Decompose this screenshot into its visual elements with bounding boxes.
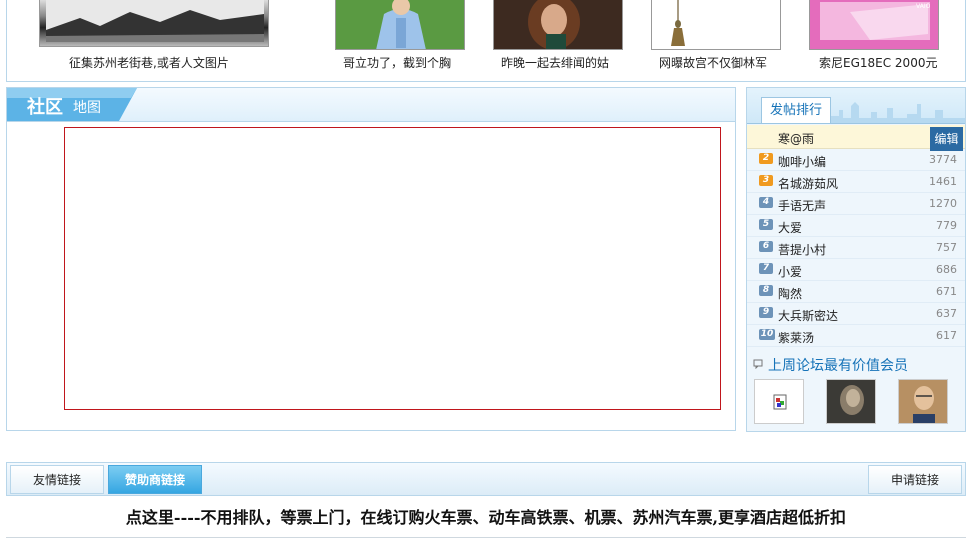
tassel-ornament-graphic	[671, 0, 685, 46]
rank-number-badge: 9	[759, 307, 773, 318]
vip-members-title[interactable]: 上周论坛最有价值会员	[768, 355, 908, 375]
ranking-row[interactable]: 8 陶然 671	[747, 281, 965, 303]
ranking-post-count: 3774	[929, 153, 957, 166]
ranking-post-count: 1270	[929, 197, 957, 210]
svg-text:VAIO: VAIO	[916, 3, 931, 10]
ranking-row[interactable]: 7 小爱 686	[747, 259, 965, 281]
post-ranking-panel: 发帖排行 寒@雨 编辑 2 咖啡小编 3774 3 名城游茹风 1461 4 手…	[746, 87, 966, 432]
map-canvas[interactable]	[64, 127, 721, 410]
photo-caption[interactable]: 索尼EG18EC 2000元	[819, 54, 937, 71]
community-map-tab[interactable]: 社区 地图	[7, 88, 137, 121]
ranking-post-count: 617	[936, 329, 957, 342]
dark-portrait-avatar[interactable]	[826, 379, 876, 424]
broken-image-avatar[interactable]	[754, 379, 804, 424]
post-ranking-tab[interactable]: 发帖排行	[761, 97, 831, 123]
edit-button[interactable]: 编辑	[930, 127, 963, 151]
ranking-post-count: 637	[936, 307, 957, 320]
community-map-title: 社区	[27, 97, 63, 118]
man-glasses-graphic	[899, 380, 947, 423]
ranking-post-count: 779	[936, 219, 957, 232]
ranking-user-name[interactable]: 咖啡小编	[778, 153, 826, 170]
community-map-panel: 社区 地图	[6, 87, 736, 431]
friend-links-tab[interactable]: 友情链接	[10, 465, 104, 494]
man-glasses-avatar[interactable]	[898, 379, 948, 424]
photo-caption[interactable]: 网曝故宫不仅御林军	[659, 54, 767, 71]
photo-caption[interactable]: 昨晚一起去绯闻的姑	[501, 54, 609, 71]
community-map-subtitle: 地图	[73, 100, 101, 116]
photo-strip: 征集苏州老街巷,或者人文图片 哥立功了，截到个胸 昨晚一起去绯闻的姑 网曝故宫不…	[6, 0, 966, 82]
ranking-user-name[interactable]: 陶然	[778, 285, 802, 302]
rank-number-badge: 4	[759, 197, 773, 208]
ranking-list: 2 咖啡小编 3774 3 名城游茹风 1461 4 手语无声 1270 5 大…	[747, 149, 965, 347]
woman-portrait-photo[interactable]	[493, 0, 623, 50]
ranking-row[interactable]: 10 紫莱汤 617	[747, 325, 965, 347]
tassel-ornament-photo[interactable]	[651, 0, 781, 50]
ranking-post-count: 671	[936, 285, 957, 298]
apply-link-button[interactable]: 申请链接	[868, 465, 962, 494]
ranking-user-name[interactable]: 紫莱汤	[778, 329, 814, 346]
broken-image-icon	[773, 394, 787, 410]
ticket-promo-link[interactable]: 点这里----不用排队，等票上门，在线订购火车票、动车高铁票、机票、苏州汽车票,…	[0, 504, 972, 528]
dark-portrait-graphic	[827, 380, 875, 423]
photo-caption[interactable]: 哥立功了，截到个胸	[343, 54, 451, 71]
ranking-top-row[interactable]: 寒@雨 编辑	[747, 125, 965, 151]
rank-number-badge: 2	[759, 153, 773, 164]
pink-laptop-photo[interactable]: VAIO	[809, 0, 939, 50]
rank-number-badge: 5	[759, 219, 773, 230]
ranking-user-name[interactable]: 名城游茹风	[778, 175, 838, 192]
woman-shirt-graphic	[336, 0, 464, 49]
rank-number-badge: 8	[759, 285, 773, 296]
rank-number-badge: 6	[759, 241, 773, 252]
bottom-divider	[6, 537, 966, 538]
ranking-row[interactable]: 2 咖啡小编 3774	[747, 149, 965, 171]
ranking-row[interactable]: 5 大爱 779	[747, 215, 965, 237]
sponsor-links-tab[interactable]: 赞助商链接	[108, 465, 202, 494]
ranking-post-count: 757	[936, 241, 957, 254]
ranking-post-count: 1461	[929, 175, 957, 188]
ranking-post-count: 686	[936, 263, 957, 276]
links-bar: 友情链接 赞助商链接 申请链接	[6, 462, 966, 496]
photo-caption[interactable]: 征集苏州老街巷,或者人文图片	[69, 54, 229, 71]
speech-bubble-icon	[753, 359, 763, 369]
ranking-user-name[interactable]: 菩提小村	[778, 241, 826, 258]
old-street-photo[interactable]	[39, 0, 269, 47]
ranking-user-name[interactable]: 大兵斯密达	[778, 307, 838, 324]
ranking-row[interactable]: 3 名城游茹风 1461	[747, 171, 965, 193]
ranking-user-name[interactable]: 大爱	[778, 219, 802, 236]
ranking-row[interactable]: 4 手语无声 1270	[747, 193, 965, 215]
pink-laptop-graphic: VAIO	[810, 0, 938, 49]
ranking-row[interactable]: 6 菩提小村 757	[747, 237, 965, 259]
rank-number-badge: 7	[759, 263, 773, 274]
rank-number-badge: 10	[759, 329, 775, 340]
woman-portrait-graphic	[494, 0, 622, 49]
rank-number-badge: 3	[759, 175, 773, 186]
woman-shirt-photo[interactable]	[335, 0, 465, 50]
ranking-user-name[interactable]: 小爱	[778, 263, 802, 280]
ranking-user-name[interactable]: 手语无声	[778, 197, 826, 214]
post-ranking-header: 发帖排行	[747, 88, 965, 124]
community-map-header: 社区 地图	[7, 88, 735, 122]
old-street-photo-graphic	[46, 0, 264, 42]
ranking-row[interactable]: 9 大兵斯密达 637	[747, 303, 965, 325]
ranking-top-user[interactable]: 寒@雨	[778, 130, 814, 147]
